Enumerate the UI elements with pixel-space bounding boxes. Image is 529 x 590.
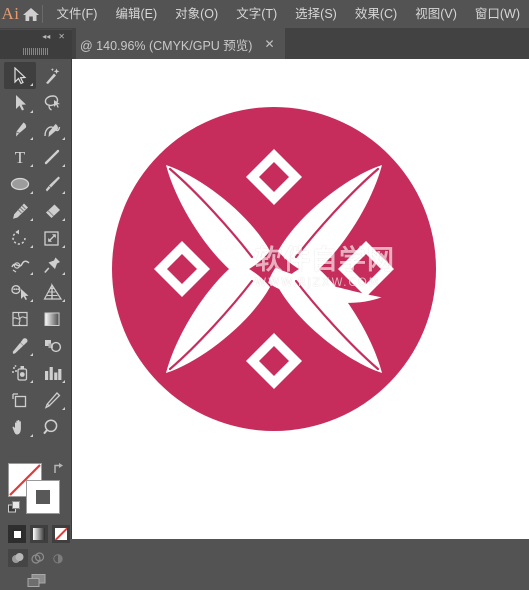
tools-panel: T [0, 59, 72, 539]
flyout-indicator [30, 380, 33, 383]
menu-edit[interactable]: 编辑(E) [106, 3, 166, 25]
flyout-indicator [62, 137, 65, 140]
flyout-indicator [62, 380, 65, 383]
none-mode-button[interactable] [52, 525, 70, 543]
menu-select[interactable]: 选择(S) [286, 3, 346, 25]
collapsed-panel-stub: ◂◂ ✕ [0, 29, 72, 59]
magic-wand-tool[interactable] [36, 62, 68, 89]
flyout-indicator [62, 299, 65, 302]
document-tab[interactable]: @ 140.96% (CMYK/GPU 预览) ✕ [76, 28, 285, 60]
color-mode-button[interactable] [8, 525, 26, 543]
circle-ornament-artwork[interactable] [109, 104, 439, 434]
zoom-tool[interactable] [36, 413, 68, 440]
flyout-indicator [30, 83, 33, 86]
stroke-swatch[interactable] [26, 480, 60, 514]
paintbrush-tool[interactable] [36, 170, 68, 197]
close-panel-icon[interactable]: ✕ [58, 33, 65, 41]
scale-tool[interactable] [36, 224, 68, 251]
menu-object[interactable]: 对象(O) [166, 3, 227, 25]
eraser-tool[interactable] [36, 197, 68, 224]
draw-inside-button[interactable] [48, 549, 68, 567]
flyout-indicator [30, 434, 33, 437]
column-graph-tool[interactable] [36, 359, 68, 386]
menu-window[interactable]: 窗口(W) [466, 3, 529, 25]
eyedropper-tool[interactable] [4, 332, 36, 359]
symbol-sprayer-tool[interactable] [4, 359, 36, 386]
panel-stub-controls: ◂◂ ✕ [0, 30, 72, 44]
artboard-tool[interactable] [4, 386, 36, 413]
flyout-indicator [62, 245, 65, 248]
pen-tool[interactable] [4, 116, 36, 143]
document-tab-title: @ 140.96% (CMYK/GPU 预览) [80, 35, 264, 54]
flyout-indicator [30, 164, 33, 167]
draw-normal-button[interactable] [8, 549, 28, 567]
color-mode-icon [12, 529, 23, 540]
close-icon[interactable]: ✕ [264, 39, 284, 49]
collapse-panel-icon[interactable]: ◂◂ [42, 33, 50, 41]
swap-fill-stroke-icon[interactable] [52, 461, 66, 475]
menu-type[interactable]: 文字(T) [227, 3, 286, 25]
type-tool[interactable]: T [4, 143, 36, 170]
stroke-swatch-inner [36, 490, 50, 504]
draw-behind-button[interactable] [28, 549, 48, 567]
menu-bar: Ai 文件(F) 编辑(E) 对象(O) 文字(T) 选择(S) 效果(C) 视… [0, 0, 529, 28]
menu-separator [42, 5, 43, 23]
draw-mode-buttons [8, 549, 68, 567]
flyout-indicator [62, 218, 65, 221]
fill-mode-buttons [8, 525, 70, 543]
hand-tool[interactable] [4, 413, 36, 440]
flyout-indicator [30, 353, 33, 356]
rotate-tool[interactable] [4, 224, 36, 251]
width-tool[interactable] [4, 251, 36, 278]
ai-logo: Ai [0, 4, 21, 24]
flyout-indicator [62, 191, 65, 194]
shaper-tool[interactable] [4, 197, 36, 224]
blend-tool[interactable] [36, 332, 68, 359]
gradient-mode-button[interactable] [30, 525, 48, 543]
gradient-tool[interactable] [36, 305, 68, 332]
shape-builder-tool[interactable] [4, 278, 36, 305]
none-mode-icon [55, 528, 67, 540]
menu-view[interactable]: 视图(V) [406, 3, 466, 25]
curvature-tool[interactable] [36, 116, 68, 143]
panel-drag-grip[interactable] [23, 48, 49, 55]
gradient-mode-icon [33, 528, 45, 540]
document-tab-bar: @ 140.96% (CMYK/GPU 预览) ✕ [0, 28, 529, 60]
flyout-indicator [62, 272, 65, 275]
flyout-indicator [30, 137, 33, 140]
selection-tool[interactable] [4, 62, 36, 89]
flyout-indicator [30, 272, 33, 275]
screen-mode-button[interactable] [22, 572, 52, 590]
svg-text:T: T [15, 148, 26, 166]
direct-selection-tool[interactable] [4, 89, 36, 116]
lasso-tool[interactable] [36, 89, 68, 116]
slice-tool[interactable] [36, 386, 68, 413]
document-canvas[interactable]: 软件自学网 WWW.RJZXW.COM [72, 59, 529, 539]
artboard: 软件自学网 WWW.RJZXW.COM [72, 59, 529, 539]
flyout-indicator [62, 164, 65, 167]
flyout-indicator [30, 218, 33, 221]
free-transform-tool[interactable] [36, 251, 68, 278]
perspective-grid-tool[interactable] [36, 278, 68, 305]
flyout-indicator [30, 191, 33, 194]
ellipse-tool[interactable] [4, 170, 36, 197]
line-segment-tool[interactable] [36, 143, 68, 170]
home-icon[interactable] [21, 6, 40, 22]
menu-effect[interactable]: 效果(C) [346, 3, 406, 25]
flyout-indicator [62, 407, 65, 410]
flyout-indicator [30, 299, 33, 302]
illustrator-window: Ai 文件(F) 编辑(E) 对象(O) 文字(T) 选择(S) 效果(C) 视… [0, 0, 529, 539]
mesh-tool[interactable] [4, 305, 36, 332]
default-fill-stroke-icon[interactable] [8, 501, 21, 514]
flyout-indicator [30, 110, 33, 113]
menu-file[interactable]: 文件(F) [48, 3, 107, 25]
menu-item-list: 文件(F) 编辑(E) 对象(O) 文字(T) 选择(S) 效果(C) 视图(V… [48, 3, 529, 25]
fill-stroke-controls [8, 461, 66, 517]
flyout-indicator [30, 245, 33, 248]
tool-grid: T [4, 62, 68, 440]
